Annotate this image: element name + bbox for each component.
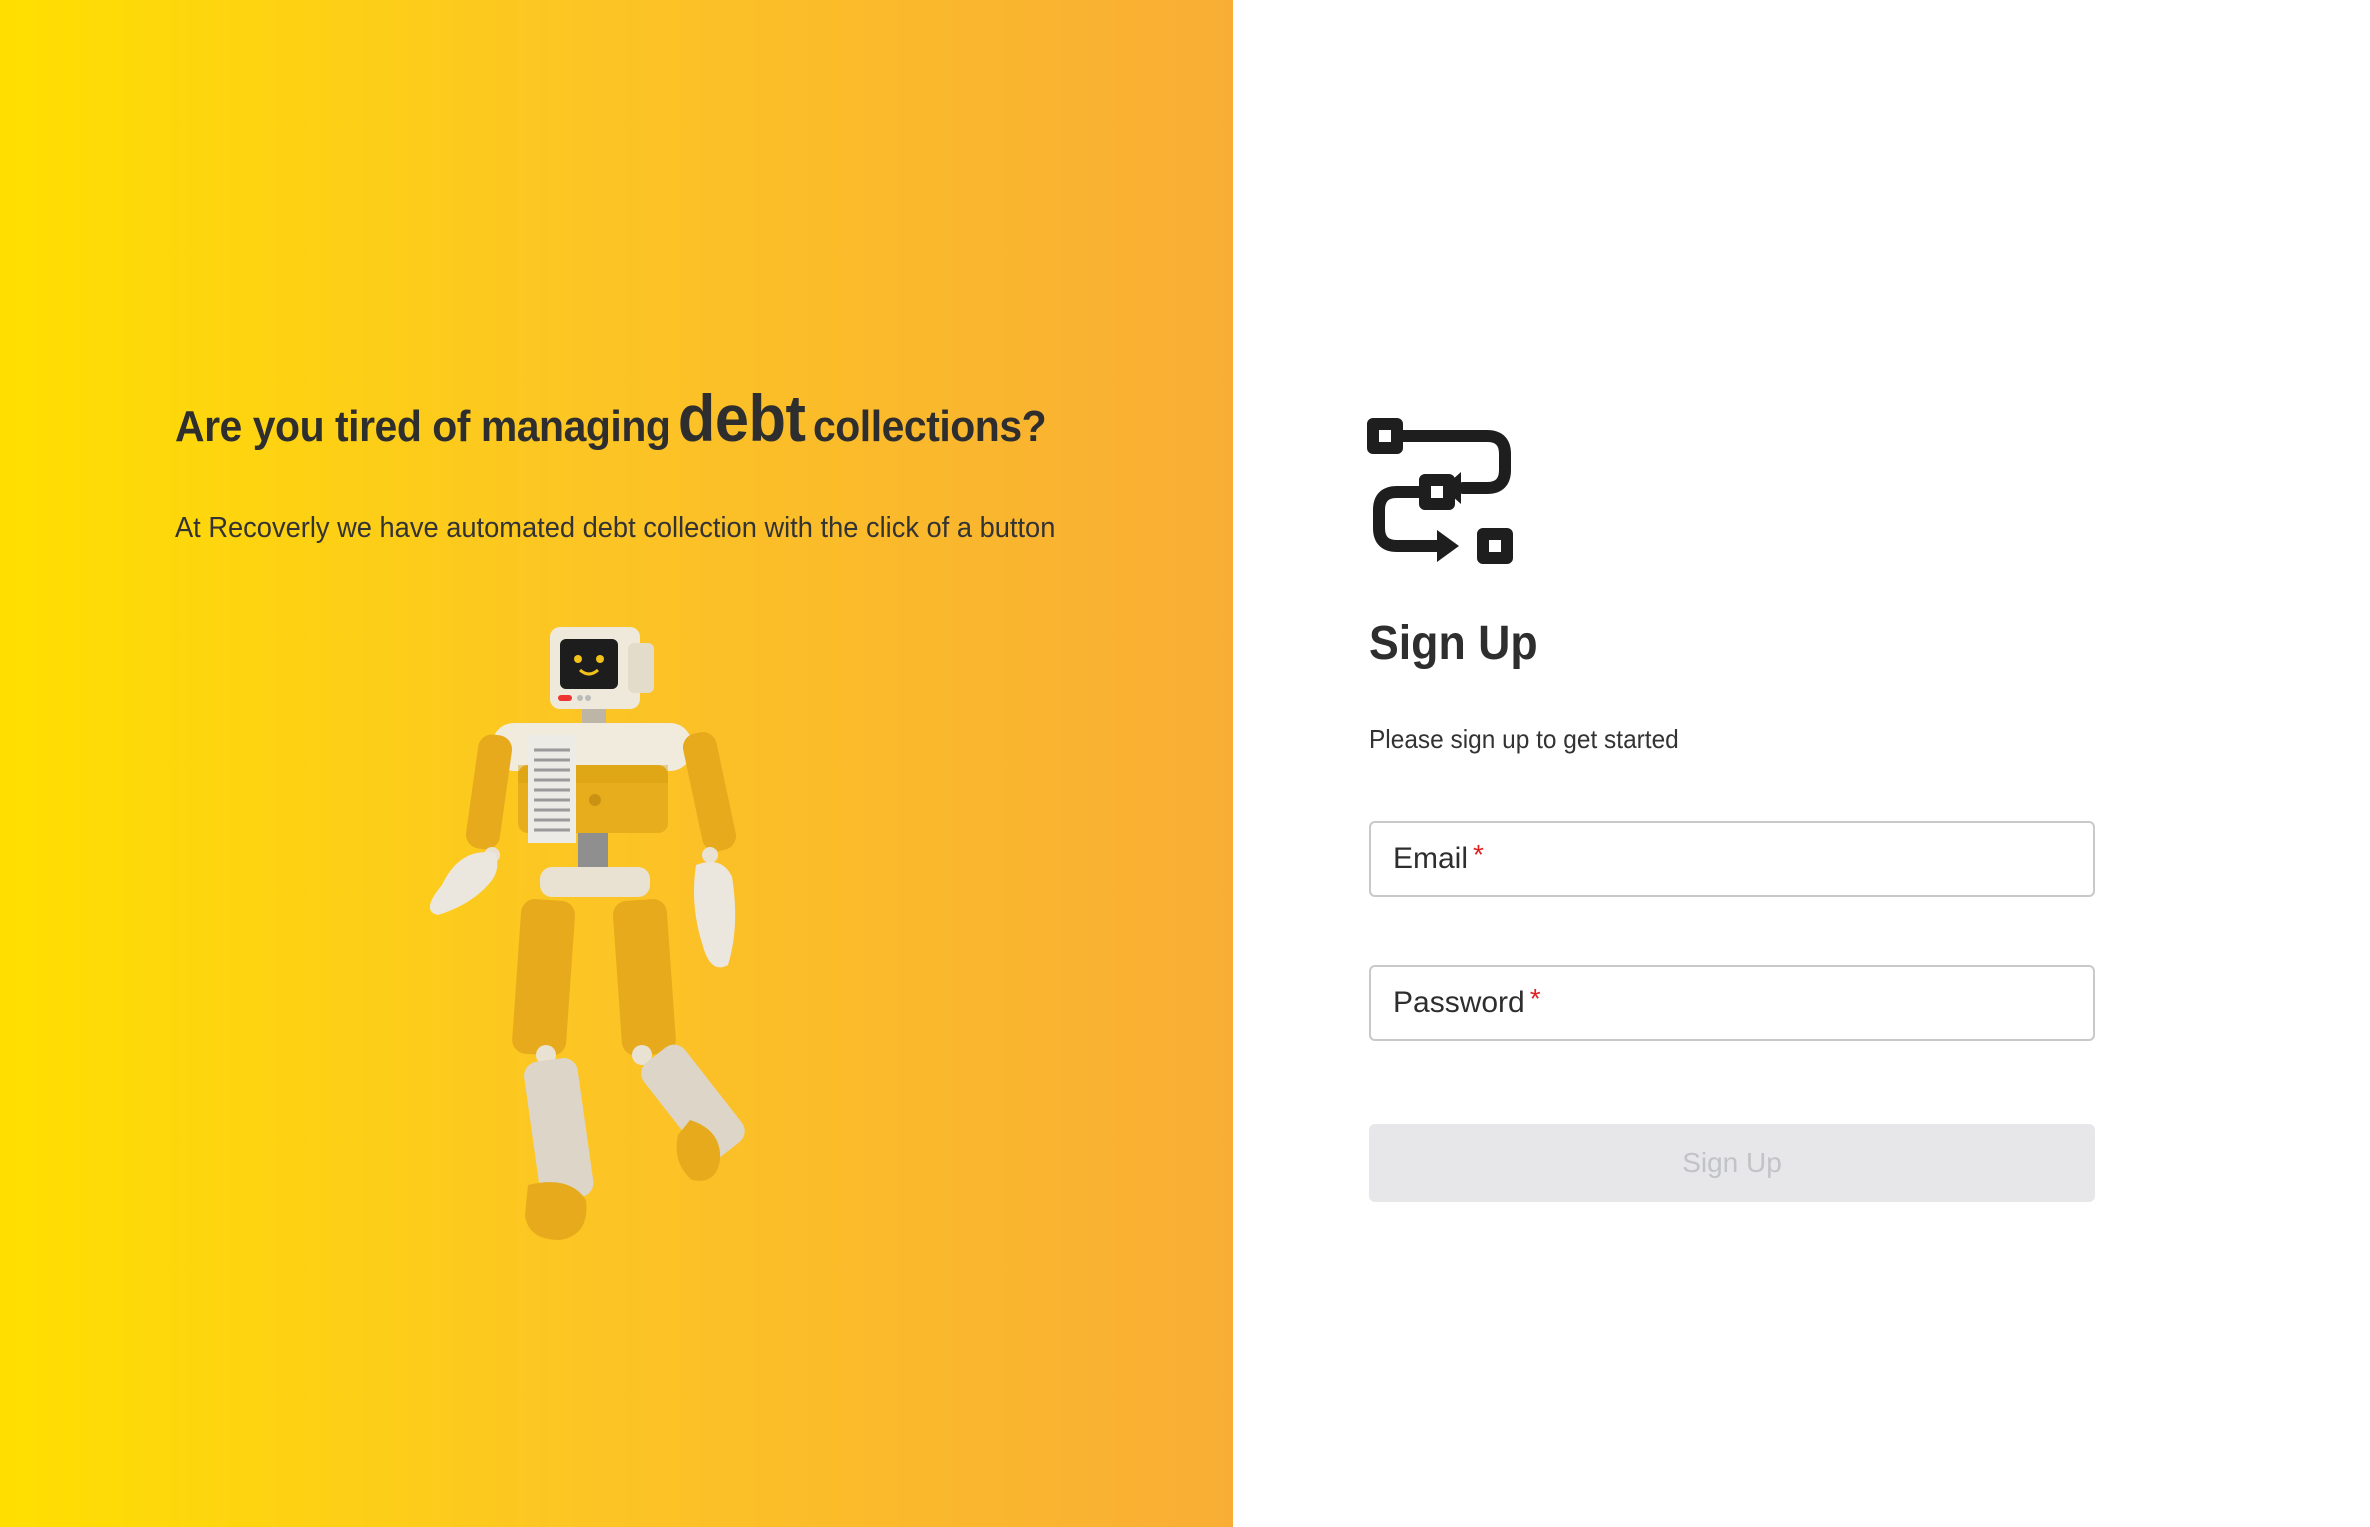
signup-subtitle: Please sign up to get started	[1369, 724, 1679, 754]
signup-form-panel: Sign Up Please sign up to get started Em…	[1233, 0, 2370, 1527]
password-field[interactable]: Password *	[1369, 965, 2095, 1041]
sign-up-button[interactable]: Sign Up	[1369, 1124, 2095, 1202]
signup-page: Are you tired of managing debt collections…	[0, 0, 2370, 1527]
email-field[interactable]: Email *	[1369, 821, 2095, 897]
hero-panel: Are you tired of managing debt collections…	[0, 0, 1233, 1527]
hero-title: Are you tired of managing debt collections…	[175, 380, 1047, 456]
signup-title: Sign Up	[1369, 617, 1538, 670]
robot-illustration	[429, 627, 745, 1240]
hero-title-after: collections?	[812, 402, 1047, 451]
hero-subtitle: At Recoverly we have automated debt coll…	[175, 512, 1056, 544]
workflow-icon	[1367, 418, 1513, 564]
hero-title-emphasis: debt	[677, 381, 806, 455]
hero-title-before: Are you tired of managing	[175, 402, 671, 451]
